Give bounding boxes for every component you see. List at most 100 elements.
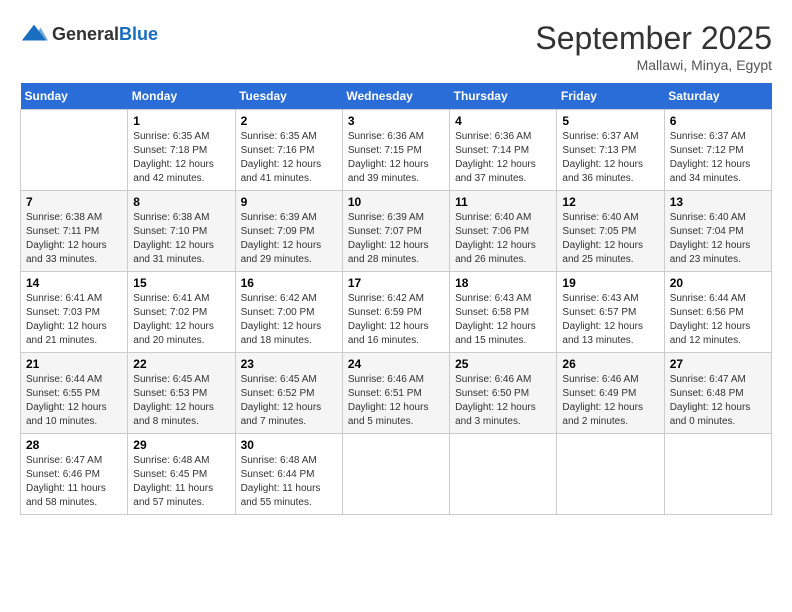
calendar-cell: 10 Sunrise: 6:39 AMSunset: 7:07 PMDayligh…	[342, 191, 449, 272]
calendar-cell: 1Sunrise: 6:35 AMSunset: 7:18 PMDaylight…	[128, 110, 235, 191]
calendar-week-2: 7 Sunrise: 6:38 AMSunset: 7:11 PMDaylight…	[21, 191, 772, 272]
calendar-cell	[21, 110, 128, 191]
day-number: 29	[133, 438, 229, 452]
calendar-cell: 22 Sunrise: 6:45 AMSunset: 6:53 PMDayligh…	[128, 353, 235, 434]
day-number: 24	[348, 357, 444, 371]
day-info: Sunrise: 6:46 AMSunset: 6:51 PMDaylight:…	[348, 373, 444, 429]
day-header-wednesday: Wednesday	[342, 83, 449, 110]
calendar-cell: 12 Sunrise: 6:40 AMSunset: 7:05 PMDayligh…	[557, 191, 664, 272]
day-info: Sunrise: 6:40 AMSunset: 7:04 PMDaylight:…	[670, 211, 766, 267]
day-info: Sunrise: 6:40 AMSunset: 7:06 PMDaylight:…	[455, 211, 551, 267]
day-info: Sunrise: 6:45 AMSunset: 6:53 PMDaylight:…	[133, 373, 229, 429]
calendar-cell: 19 Sunrise: 6:43 AMSunset: 6:57 PMDayligh…	[557, 272, 664, 353]
day-header-thursday: Thursday	[450, 83, 557, 110]
day-number: 2	[241, 114, 337, 128]
title-section: September 2025 Mallawi, Minya, Egypt	[535, 20, 772, 73]
page-header: GeneralBlue September 2025 Mallawi, Miny…	[20, 20, 772, 73]
calendar-cell: 16Sunrise: 6:42 AMSunset: 7:00 PMDayligh…	[235, 272, 342, 353]
day-header-sunday: Sunday	[21, 83, 128, 110]
day-number: 7	[26, 195, 122, 209]
day-number: 9	[241, 195, 337, 209]
day-number: 17	[348, 276, 444, 290]
day-info: Sunrise: 6:47 AMSunset: 6:48 PMDaylight:…	[670, 373, 766, 429]
day-info: Sunrise: 6:48 AMSunset: 6:44 PMDaylight:…	[241, 454, 337, 510]
calendar-week-3: 14 Sunrise: 6:41 AMSunset: 7:03 PMDayligh…	[21, 272, 772, 353]
calendar-cell: 20Sunrise: 6:44 AMSunset: 6:56 PMDayligh…	[664, 272, 771, 353]
day-number: 15	[133, 276, 229, 290]
day-header-friday: Friday	[557, 83, 664, 110]
day-number: 27	[670, 357, 766, 371]
day-info: Sunrise: 6:43 AMSunset: 6:57 PMDaylight:…	[562, 292, 658, 348]
day-number: 18	[455, 276, 551, 290]
day-number: 6	[670, 114, 766, 128]
day-number: 22	[133, 357, 229, 371]
calendar-cell	[557, 434, 664, 515]
calendar-cell: 6 Sunrise: 6:37 AMSunset: 7:12 PMDaylight…	[664, 110, 771, 191]
day-info: Sunrise: 6:38 AMSunset: 7:11 PMDaylight:…	[26, 211, 122, 267]
calendar-cell: 9 Sunrise: 6:39 AMSunset: 7:09 PMDaylight…	[235, 191, 342, 272]
calendar-cell: 17 Sunrise: 6:42 AMSunset: 6:59 PMDayligh…	[342, 272, 449, 353]
day-number: 25	[455, 357, 551, 371]
day-info: Sunrise: 6:36 AMSunset: 7:14 PMDaylight:…	[455, 130, 551, 186]
day-number: 19	[562, 276, 658, 290]
month-title: September 2025	[535, 20, 772, 57]
calendar-table: SundayMondayTuesdayWednesdayThursdayFrid…	[20, 83, 772, 515]
day-info: Sunrise: 6:42 AMSunset: 6:59 PMDaylight:…	[348, 292, 444, 348]
day-number: 4	[455, 114, 551, 128]
calendar-cell: 8 Sunrise: 6:38 AMSunset: 7:10 PMDaylight…	[128, 191, 235, 272]
calendar-cell: 11 Sunrise: 6:40 AMSunset: 7:06 PMDayligh…	[450, 191, 557, 272]
calendar-cell: 3Sunrise: 6:36 AMSunset: 7:15 PMDaylight…	[342, 110, 449, 191]
calendar-cell: 27 Sunrise: 6:47 AMSunset: 6:48 PMDayligh…	[664, 353, 771, 434]
calendar-cell: 2 Sunrise: 6:35 AMSunset: 7:16 PMDaylight…	[235, 110, 342, 191]
calendar-cell: 29 Sunrise: 6:48 AMSunset: 6:45 PMDayligh…	[128, 434, 235, 515]
calendar-cell: 28Sunrise: 6:47 AMSunset: 6:46 PMDayligh…	[21, 434, 128, 515]
logo: GeneralBlue	[20, 20, 158, 48]
day-info: Sunrise: 6:46 AMSunset: 6:50 PMDaylight:…	[455, 373, 551, 429]
day-number: 21	[26, 357, 122, 371]
calendar-week-5: 28Sunrise: 6:47 AMSunset: 6:46 PMDayligh…	[21, 434, 772, 515]
day-info: Sunrise: 6:48 AMSunset: 6:45 PMDaylight:…	[133, 454, 229, 510]
day-info: Sunrise: 6:35 AMSunset: 7:16 PMDaylight:…	[241, 130, 337, 186]
day-info: Sunrise: 6:45 AMSunset: 6:52 PMDaylight:…	[241, 373, 337, 429]
day-number: 10	[348, 195, 444, 209]
calendar-cell: 25 Sunrise: 6:46 AMSunset: 6:50 PMDayligh…	[450, 353, 557, 434]
day-number: 12	[562, 195, 658, 209]
logo-text-general: General	[52, 24, 119, 44]
day-info: Sunrise: 6:43 AMSunset: 6:58 PMDaylight:…	[455, 292, 551, 348]
calendar-cell	[664, 434, 771, 515]
calendar-week-1: 1Sunrise: 6:35 AMSunset: 7:18 PMDaylight…	[21, 110, 772, 191]
day-header-monday: Monday	[128, 83, 235, 110]
calendar-cell: 23 Sunrise: 6:45 AMSunset: 6:52 PMDayligh…	[235, 353, 342, 434]
calendar-cell: 21 Sunrise: 6:44 AMSunset: 6:55 PMDayligh…	[21, 353, 128, 434]
day-info: Sunrise: 6:38 AMSunset: 7:10 PMDaylight:…	[133, 211, 229, 267]
day-number: 23	[241, 357, 337, 371]
day-number: 3	[348, 114, 444, 128]
calendar-cell: 13 Sunrise: 6:40 AMSunset: 7:04 PMDayligh…	[664, 191, 771, 272]
calendar-cell: 7 Sunrise: 6:38 AMSunset: 7:11 PMDaylight…	[21, 191, 128, 272]
calendar-cell	[342, 434, 449, 515]
calendar-cell: 30Sunrise: 6:48 AMSunset: 6:44 PMDayligh…	[235, 434, 342, 515]
calendar-cell: 14 Sunrise: 6:41 AMSunset: 7:03 PMDayligh…	[21, 272, 128, 353]
calendar-cell: 26Sunrise: 6:46 AMSunset: 6:49 PMDayligh…	[557, 353, 664, 434]
day-info: Sunrise: 6:41 AMSunset: 7:03 PMDaylight:…	[26, 292, 122, 348]
day-number: 13	[670, 195, 766, 209]
calendar-cell	[450, 434, 557, 515]
day-header-saturday: Saturday	[664, 83, 771, 110]
logo-text-blue: Blue	[119, 24, 158, 44]
location-title: Mallawi, Minya, Egypt	[535, 57, 772, 73]
day-number: 1	[133, 114, 229, 128]
calendar-cell: 24 Sunrise: 6:46 AMSunset: 6:51 PMDayligh…	[342, 353, 449, 434]
calendar-week-4: 21 Sunrise: 6:44 AMSunset: 6:55 PMDayligh…	[21, 353, 772, 434]
day-info: Sunrise: 6:40 AMSunset: 7:05 PMDaylight:…	[562, 211, 658, 267]
day-info: Sunrise: 6:39 AMSunset: 7:07 PMDaylight:…	[348, 211, 444, 267]
calendar-cell: 4 Sunrise: 6:36 AMSunset: 7:14 PMDaylight…	[450, 110, 557, 191]
day-number: 8	[133, 195, 229, 209]
calendar-header-row: SundayMondayTuesdayWednesdayThursdayFrid…	[21, 83, 772, 110]
day-info: Sunrise: 6:44 AMSunset: 6:55 PMDaylight:…	[26, 373, 122, 429]
day-info: Sunrise: 6:39 AMSunset: 7:09 PMDaylight:…	[241, 211, 337, 267]
day-number: 14	[26, 276, 122, 290]
day-info: Sunrise: 6:41 AMSunset: 7:02 PMDaylight:…	[133, 292, 229, 348]
day-header-tuesday: Tuesday	[235, 83, 342, 110]
day-number: 11	[455, 195, 551, 209]
day-info: Sunrise: 6:37 AMSunset: 7:12 PMDaylight:…	[670, 130, 766, 186]
